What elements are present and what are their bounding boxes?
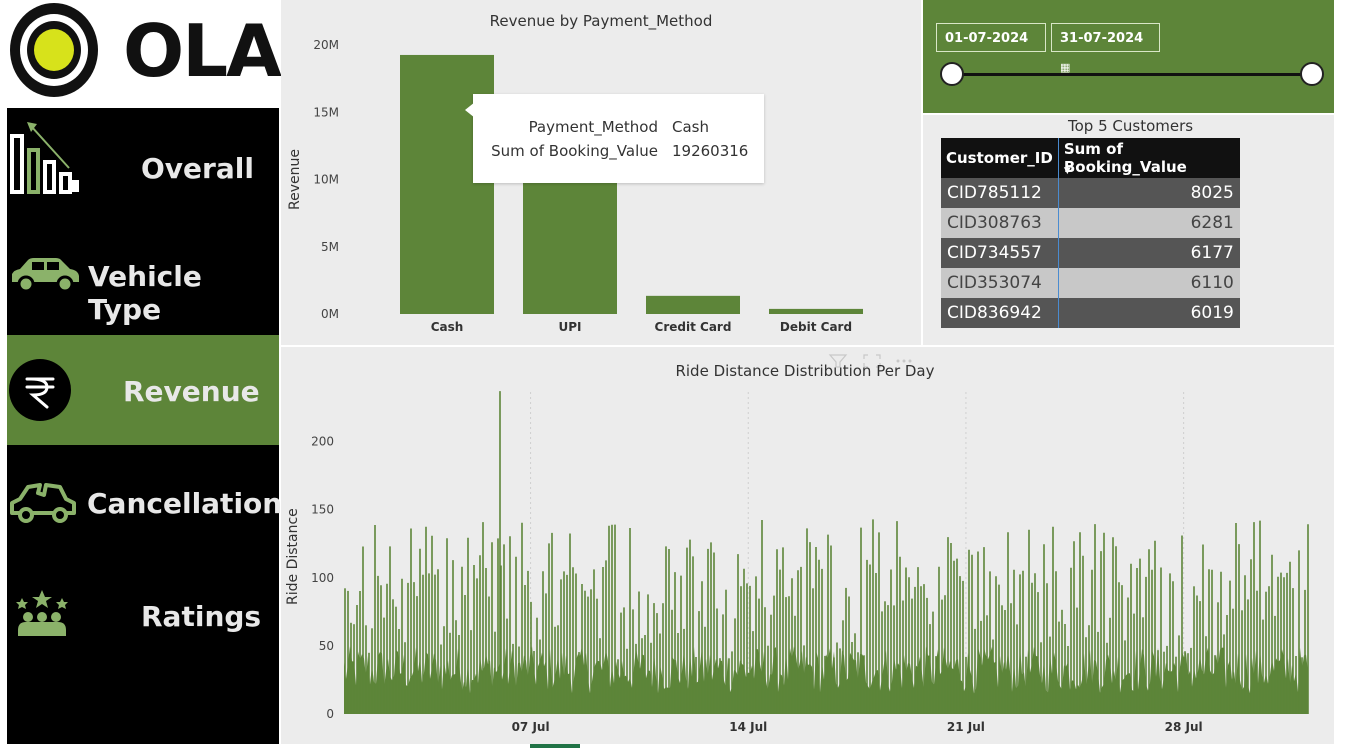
booking-value-cell: 6110 [1058, 268, 1240, 298]
column-header-booking-value[interactable]: Sum of Booking_Value ▼ [1058, 138, 1240, 178]
booking-value-cell: 8025 [1058, 178, 1240, 208]
distance-x-tick-label: 28 Jul [1165, 720, 1203, 734]
nav-label-ratings: Ratings [141, 600, 262, 633]
distance-y-tick-label: 0 [326, 707, 334, 721]
end-date-value: 31-07-2024 [1060, 31, 1144, 46]
chart-tooltip: Payment_Method Cash Sum of Booking_Value… [465, 94, 764, 183]
revenue-y-tick-label: 20M [313, 38, 339, 52]
nav-item-revenue[interactable]: Revenue [7, 335, 279, 445]
booking-value-cell: 6281 [1058, 208, 1240, 238]
ride-distance-chart: 0 50 100 150 200 07 Jul 14 Jul 21 Jul 28 Jul [311, 391, 1309, 734]
nav-item-ratings[interactable]: Ratings [7, 560, 279, 670]
nav-label-vehicle-type: Vehicle Type [88, 260, 202, 326]
revenue-category-label: UPI [558, 320, 581, 334]
distance-y-tick-label: 100 [311, 571, 334, 585]
booking-value-cell: 6019 [1058, 298, 1240, 328]
customer-id-cell: CID353074 [941, 268, 1059, 298]
column-header-customer-id[interactable]: Customer_ID [941, 138, 1059, 178]
nav-item-overall[interactable]: Overall [7, 112, 279, 222]
table-row[interactable]: CID308763 6281 [941, 208, 1240, 238]
tooltip-key-payment-method: Payment_Method [528, 118, 658, 136]
distance-y-tick-label: 150 [311, 503, 334, 517]
customer-id-cell: CID836942 [941, 298, 1059, 328]
ola-logo: OLA [7, 0, 282, 108]
date-slicer-panel [923, 0, 1334, 113]
revenue-y-tick-label: 15M [313, 105, 339, 119]
car-icon [12, 258, 79, 293]
booking-value-cell: 6177 [1058, 238, 1240, 268]
rupee-icon [9, 359, 71, 421]
top5-title: Top 5 Customers [1068, 117, 1194, 135]
distance-x-tick-label: 07 Jul [512, 720, 550, 734]
date-range-start-handle[interactable] [940, 62, 964, 86]
tooltip-pointer [465, 102, 475, 118]
tooltip-key-booking-value: Sum of Booking_Value [491, 142, 658, 160]
tooltip-value-payment-method: Cash [672, 118, 709, 136]
distance-y-tick-label: 200 [311, 435, 334, 449]
top5-customers-table: Customer_ID Sum of Booking_Value ▼ CID78… [941, 138, 1240, 328]
sort-descending-icon[interactable]: ▼ [1064, 166, 1071, 176]
nav-item-cancellation[interactable]: Cancellation [7, 447, 283, 557]
start-date-input[interactable]: 01-07-2024 ▦ [936, 23, 1046, 74]
customer-id-cell: CID785112 [941, 178, 1059, 208]
ola-logo-text: OLA [123, 9, 282, 93]
revenue-category-label: Credit Card [655, 320, 732, 334]
table-row[interactable]: CID353074 6110 [941, 268, 1240, 298]
tooltip-value-booking-value: 19260316 [672, 142, 749, 160]
date-range-end-handle[interactable] [1300, 62, 1324, 86]
customer-id-cell: CID308763 [941, 208, 1059, 238]
distance-x-tick-label: 21 Jul [947, 720, 985, 734]
nav-label-revenue: Revenue [123, 375, 260, 408]
revenue-bar [769, 308, 863, 314]
revenue-bar [646, 295, 740, 314]
customer-id-cell: CID734557 [941, 238, 1059, 268]
revenue-y-tick-label: 5M [321, 240, 339, 254]
revenue-category-label: Cash [431, 320, 464, 334]
revenue-y-tick-label: 10M [313, 173, 339, 187]
date-range-slider-track[interactable] [952, 73, 1312, 76]
distance-y-tick-label: 50 [319, 639, 334, 653]
column-header-booking-value-label: Sum of Booking_Value [1063, 140, 1187, 176]
revenue-y-tick-label: 0M [321, 307, 339, 321]
bar-chart-declining-icon [10, 122, 79, 194]
nav-label-cancellation: Cancellation [87, 487, 283, 520]
revenue-category-label: Debit Card [780, 320, 852, 334]
table-row[interactable]: CID785112 8025 [941, 178, 1240, 208]
active-page-indicator [530, 744, 580, 748]
table-row[interactable]: CID836942 6019 [941, 298, 1240, 328]
nav-label-overall: Overall [141, 152, 254, 185]
nav-item-vehicle-type[interactable]: Vehicle Type [7, 222, 279, 332]
end-date-input[interactable]: 31-07-2024 ▦ [1051, 23, 1160, 74]
crashed-car-icon [10, 483, 76, 523]
start-date-value: 01-07-2024 [945, 31, 1029, 46]
distance-x-tick-label: 14 Jul [729, 720, 767, 734]
star-team-icon [16, 590, 68, 636]
table-row[interactable]: CID734557 6177 [941, 238, 1240, 268]
ola-logo-dot [34, 29, 74, 71]
